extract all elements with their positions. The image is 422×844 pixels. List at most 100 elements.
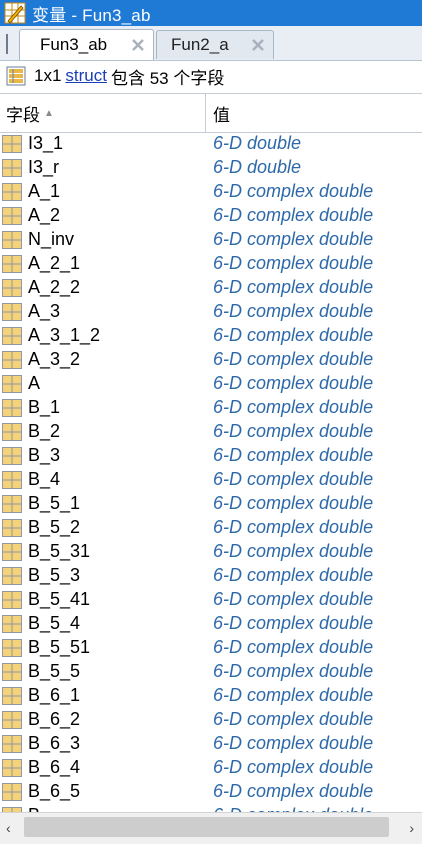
table-row[interactable]: A_3 6-D complex double [0,300,422,324]
field-name: B_5_5 [28,661,81,681]
field-icon [2,399,22,417]
value-column-label: 值 [213,105,230,125]
field-table-body: I3_1 6-D double I3_r 6-D double A_1 6-D compl… [0,132,422,812]
field-value: 6-D complex double [213,229,374,249]
table-row[interactable]: B_1 6-D complex double [0,396,422,420]
table-row[interactable]: A 6-D complex double [0,372,422,396]
field-value: 6-D complex double [213,181,374,201]
table-row[interactable]: B_6_1 6-D complex double [0,684,422,708]
field-name: B_4 [28,469,61,489]
table-row[interactable]: A_2_2 6-D complex double [0,276,422,300]
field-column-header[interactable]: 字段 ▲ [0,94,206,132]
table-row[interactable]: B_6_2 6-D complex double [0,708,422,732]
close-icon[interactable] [249,36,267,54]
field-icon [2,159,22,177]
variable-info-bar: 1x1 struct 包含 53 个字段 [0,61,422,91]
table-row[interactable]: B_6_3 6-D complex double [0,732,422,756]
table-row[interactable]: B_2 6-D complex double [0,420,422,444]
horizontal-scrollbar[interactable]: ‹ › [0,812,422,844]
field-icon [2,375,22,393]
field-value: 6-D double [213,133,302,153]
table-row[interactable]: B_5_5 6-D complex double [0,660,422,684]
field-icon [2,687,22,705]
field-value: 6-D complex double [213,709,374,729]
field-name: B_3 [28,445,61,465]
table-row[interactable]: B_5_31 6-D complex double [0,540,422,564]
field-value: 6-D complex double [213,349,374,369]
field-value: 6-D complex double [213,373,374,393]
field-icon [2,231,22,249]
field-value: 6-D complex double [213,325,374,345]
field-icon [2,519,22,537]
field-value: 6-D complex double [213,277,374,297]
field-name: A_3_1_2 [28,325,101,345]
field-name: B_5_51 [28,637,91,657]
scroll-left-icon[interactable]: ‹ [6,820,11,836]
variable-size: 1x1 [34,66,62,85]
field-icon [2,543,22,561]
field-icon [2,207,22,225]
table-row[interactable]: A_2 6-D complex double [0,204,422,228]
value-column-header[interactable]: 值 [213,94,230,132]
field-icon [2,327,22,345]
table-row[interactable]: I3_r 6-D double [0,156,422,180]
field-icon [2,663,22,681]
field-name: B_1 [28,397,61,417]
field-icon [2,303,22,321]
field-name: B_5_2 [28,517,81,537]
table-row[interactable]: B_4 6-D complex double [0,468,422,492]
field-value: 6-D complex double [213,757,374,777]
title-bar: 变量 - Fun3_ab [0,0,422,26]
field-icon [2,759,22,777]
sort-ascending-icon: ▲ [44,107,54,119]
field-icon [2,471,22,489]
struct-link[interactable]: struct [65,66,107,86]
field-name: B_5_3 [28,565,81,585]
field-value: 6-D complex double [213,445,374,465]
struct-icon [6,66,26,86]
table-row[interactable]: B_5_1 6-D complex double [0,492,422,516]
table-row[interactable]: B_5_41 6-D complex double [0,588,422,612]
scrollbar-thumb[interactable] [24,817,389,837]
table-row[interactable]: B_3 6-D complex double [0,444,422,468]
table-row[interactable]: I3_1 6-D double [0,132,422,156]
tab-strip: Fun3_ab Fun2_a [0,26,422,61]
table-row[interactable]: A_1 6-D complex double [0,180,422,204]
window-title: 变量 - Fun3_ab [32,5,151,25]
field-value: 6-D complex double [213,469,374,489]
field-name: B_5_1 [28,493,81,513]
field-icon [2,735,22,753]
field-name: A_2 [28,205,61,225]
table-row[interactable]: B_5_4 6-D complex double [0,612,422,636]
tab-label: Fun2_a [171,35,229,54]
field-icon [2,615,22,633]
field-value: 6-D complex double [213,205,374,225]
table-row[interactable]: B_6_5 6-D complex double [0,780,422,804]
field-icon [2,279,22,297]
tab-label: Fun3_ab [40,35,108,54]
table-row[interactable]: B_5_2 6-D complex double [0,516,422,540]
table-row[interactable]: A_2_1 6-D complex double [0,252,422,276]
scroll-right-icon[interactable]: › [409,820,414,836]
table-row[interactable]: B_5_3 6-D complex double [0,564,422,588]
table-row[interactable]: A_3_1_2 6-D complex double [0,324,422,348]
field-value: 6-D complex double [213,781,374,801]
table-row[interactable]: N_inv 6-D complex double [0,228,422,252]
field-name: B_6_1 [28,685,81,705]
field-icon [2,567,22,585]
tab-fun2-a[interactable]: Fun2_a [156,30,274,59]
close-icon[interactable] [129,36,147,54]
tab-fun3-ab[interactable]: Fun3_ab [19,29,154,60]
field-name: A_3_2 [28,349,81,369]
field-name: A_2_2 [28,277,81,297]
field-value: 6-D complex double [213,637,374,657]
table-row[interactable]: A_3_2 6-D complex double [0,348,422,372]
table-row[interactable]: B_5_51 6-D complex double [0,636,422,660]
table-row[interactable]: B_6_4 6-D complex double [0,756,422,780]
field-value: 6-D complex double [213,805,373,812]
field-name: B_6_4 [28,757,81,777]
field-name: B_5_31 [28,541,91,561]
tab-strip-grip[interactable] [6,34,8,54]
field-value: 6-D double [213,157,302,177]
table-row[interactable]: B_... 6-D complex double [0,804,422,812]
